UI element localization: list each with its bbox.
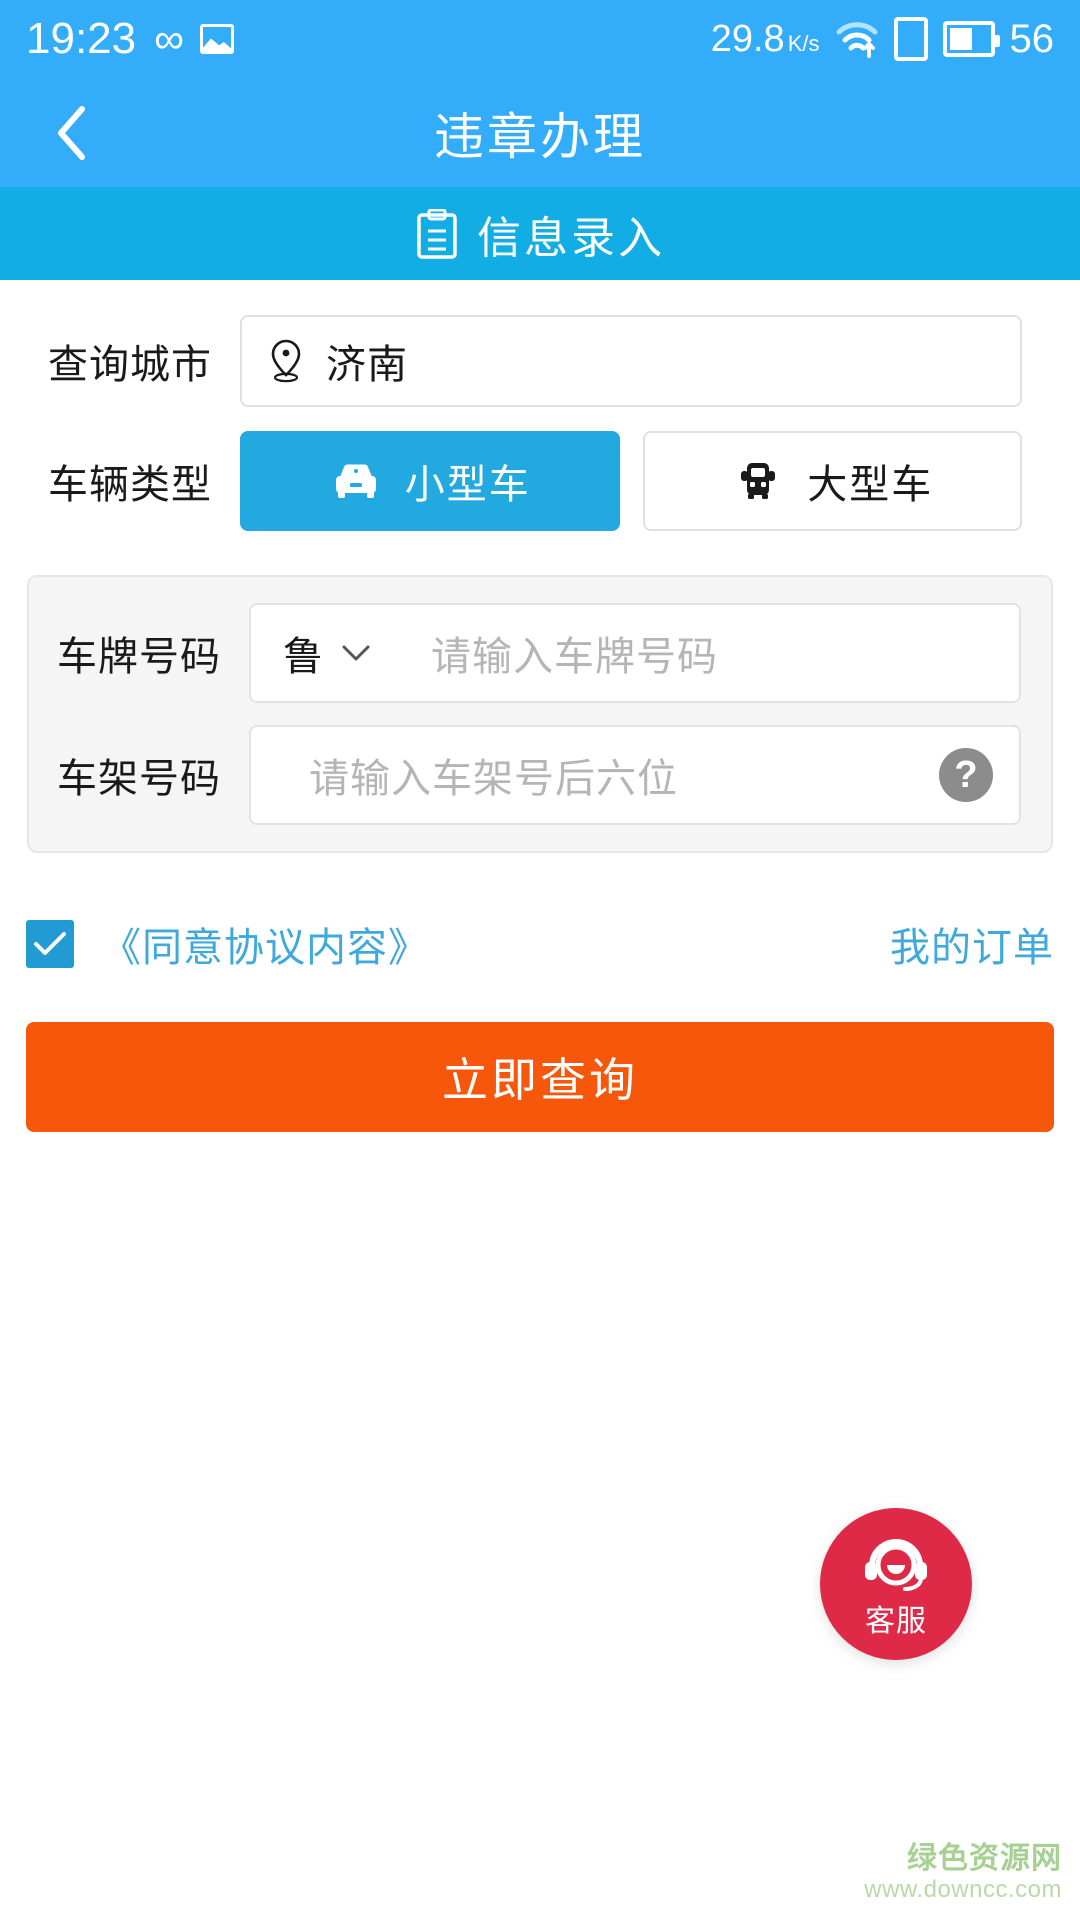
network-speed-unit: K/s: [787, 31, 820, 56]
back-chevron-icon: [54, 104, 88, 162]
status-bar-left: 19:23 ∞: [26, 14, 235, 63]
query-now-button[interactable]: 立即查询: [26, 1022, 1054, 1132]
city-select-input[interactable]: 济南: [240, 315, 1022, 407]
my-orders-link[interactable]: 我的订单: [890, 915, 1054, 973]
question-mark-icon[interactable]: ?: [939, 748, 993, 802]
form-area: 查询城市 济南 车辆类型 小型车 大型车 车牌号码 鲁 请输入车牌号码 车架号码…: [0, 315, 1080, 1132]
vehicle-type-large-label: 大型车: [807, 463, 934, 507]
province-prefix-value: 鲁: [283, 635, 323, 679]
query-city-row: 查询城市 济南: [0, 315, 1080, 407]
vin-number-input-wrap: 请输入车架号后六位 ?: [249, 725, 1021, 825]
location-pin-icon: [268, 338, 304, 384]
query-now-label: 立即查询: [442, 1054, 638, 1106]
back-button[interactable]: [34, 96, 108, 170]
bus-icon: [731, 459, 785, 503]
battery-fill: [949, 28, 972, 50]
plate-number-label: 车牌号码: [57, 635, 221, 679]
section-header-info-entry: 信息录入: [0, 187, 1080, 280]
wifi-icon: [835, 20, 879, 58]
vehicle-type-row: 车辆类型 小型车 大型车: [0, 431, 1080, 531]
infinity-icon: ∞: [154, 15, 184, 62]
status-bar: 19:23 ∞ 29.8 K/s 56: [0, 0, 1080, 78]
vehicle-type-group: 小型车 大型车: [240, 431, 1022, 531]
plate-number-row: 车牌号码 鲁 请输入车牌号码: [29, 603, 1051, 703]
vehicle-type-large-button[interactable]: 大型车: [642, 431, 1022, 531]
sim-card-icon: [893, 17, 928, 61]
battery-icon: [942, 21, 1000, 57]
vehicle-type-label: 车辆类型: [48, 463, 212, 507]
customer-service-button[interactable]: 客服: [820, 1508, 972, 1660]
network-speed-value: 29.8: [710, 18, 785, 60]
section-header-label: 信息录入: [477, 213, 665, 263]
agreement-checkbox[interactable]: [26, 920, 74, 968]
headset-support-icon: [860, 1532, 932, 1598]
customer-service-label: 客服: [865, 1605, 927, 1638]
agreement-link[interactable]: 《同意协议内容》: [101, 915, 429, 973]
car-icon: [329, 459, 383, 503]
plate-number-placeholder[interactable]: 请输入车牌号码: [431, 624, 718, 682]
status-bar-right: 29.8 K/s 56: [711, 17, 1054, 61]
province-prefix-select[interactable]: 鲁: [251, 624, 397, 682]
image-icon: [200, 24, 235, 54]
watermark-site-name: 绿色资源网: [907, 1841, 1062, 1875]
network-speed: 29.8 K/s: [711, 20, 820, 58]
plate-number-input-wrap: 鲁 请输入车牌号码: [249, 603, 1021, 703]
page-title: 违章办理: [434, 108, 646, 165]
vehicle-type-small-button[interactable]: 小型车: [240, 431, 620, 531]
title-bar: 违章办理: [0, 78, 1080, 187]
vin-number-row: 车架号码 请输入车架号后六位 ?: [29, 725, 1051, 825]
watermark-url: www.downcc.com: [864, 1876, 1062, 1904]
plate-info-panel: 车牌号码 鲁 请输入车牌号码 车架号码 请输入车架号后六位 ?: [27, 575, 1053, 853]
clipboard-icon: [415, 208, 459, 259]
battery-percent: 56: [1009, 17, 1055, 61]
vin-number-label: 车架号码: [57, 757, 221, 801]
city-value: 济南: [326, 343, 408, 387]
vin-number-placeholder[interactable]: 请输入车架号后六位: [309, 746, 939, 804]
agreement-row: 《同意协议内容》 我的订单: [0, 915, 1080, 973]
chevron-down-icon: [341, 643, 371, 663]
query-city-label: 查询城市: [48, 343, 212, 387]
status-clock: 19:23: [26, 14, 137, 63]
watermark: 绿色资源网 www.downcc.com: [864, 1842, 1062, 1904]
checkmark-icon: [34, 932, 66, 955]
vehicle-type-small-label: 小型车: [404, 463, 531, 507]
